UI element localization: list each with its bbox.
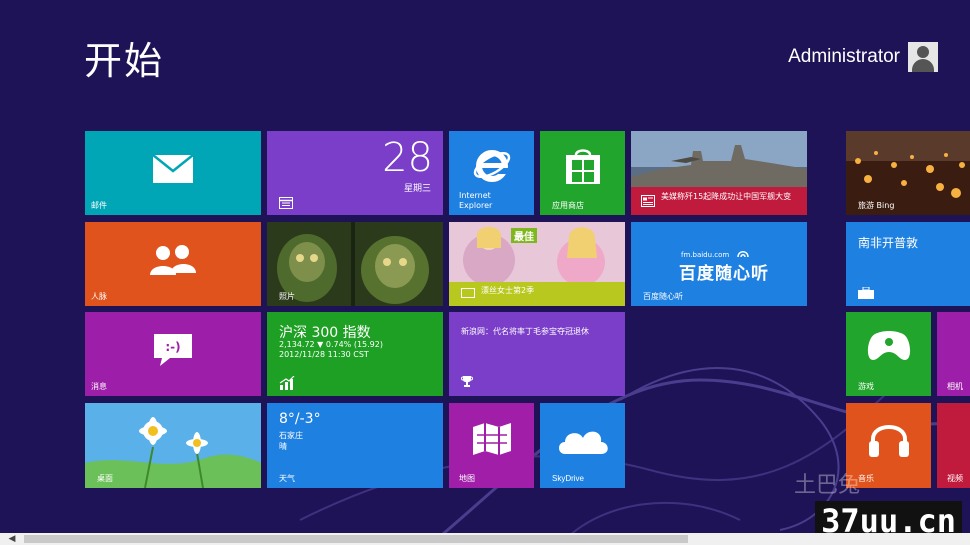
calendar-icon (279, 197, 293, 209)
horizontal-scrollbar[interactable]: ◀ (0, 533, 970, 545)
tile-label: 相机 (947, 382, 963, 391)
music-banner-label: 漂丝女士第2季 (481, 286, 535, 295)
baidu-url: fm.baidu.com (681, 251, 730, 259)
cloud-icon (558, 431, 608, 454)
music-banner-icon (461, 288, 475, 298)
suitcase-icon (858, 287, 874, 299)
tile-photos[interactable]: 照片 (267, 222, 443, 306)
tile-messaging[interactable]: :-) 消息 (85, 312, 261, 396)
tile-sports[interactable]: 新浪网：代名将率丁毛参宝夺冠退休 (449, 312, 625, 396)
tile-desktop[interactable]: 桌面 (85, 403, 261, 488)
headphones-icon (868, 424, 909, 457)
tile-label: 视频 (947, 474, 963, 483)
calendar-weekday: 星期三 (403, 184, 431, 194)
tile-label: 游戏 (858, 382, 874, 391)
mail-icon (152, 153, 194, 183)
calendar-day: 28 (382, 135, 433, 181)
tile-music-banner[interactable]: 最佳 漂丝女士第2季 (449, 222, 625, 306)
tile-label: 消息 (91, 382, 107, 391)
tile-video[interactable]: 视频 (937, 403, 970, 488)
tile-travel-destination[interactable]: 南非开普敦 (846, 222, 970, 306)
news-headline: 美媒称歼15起降成功让中国军舰大变 (661, 192, 792, 201)
music-banner-tag: 最佳 (511, 228, 537, 243)
weather-temperature: 8°/-3° (279, 411, 321, 427)
tile-label: Internet Explorer (459, 191, 493, 210)
tile-finance[interactable]: 沪深 300 指数 2,134.72 ▼ 0.74% (15.92) 2012/… (267, 312, 443, 396)
tile-people[interactable]: 人脉 (85, 222, 261, 306)
tile-label: 应用商店 (552, 201, 584, 210)
finance-quote: 2,134.72 ▼ 0.74% (15.92) (279, 340, 383, 349)
tile-skydrive[interactable]: SkyDrive (540, 403, 625, 488)
baidu-logo-text: 百度随心听 (679, 264, 769, 284)
tile-label: 人脉 (91, 292, 107, 301)
tile-label: 天气 (279, 474, 295, 483)
people-icon (150, 244, 196, 275)
user-account[interactable]: Administrator (788, 42, 938, 72)
tile-label: SkyDrive (552, 474, 585, 483)
maps-icon (472, 422, 511, 455)
tile-label: 地图 (459, 474, 475, 483)
weather-condition: 晴 (279, 442, 287, 451)
radio-signal-icon (737, 251, 749, 258)
game-controller-icon (867, 330, 910, 360)
tile-label: 百度随心听 (643, 292, 683, 301)
tile-label: 音乐 (858, 474, 874, 483)
tile-store[interactable]: 应用商店 (540, 131, 625, 215)
user-name: Administrator (788, 46, 900, 67)
travel-destination: 南非开普敦 (858, 236, 919, 250)
finance-chart-icon (279, 376, 295, 390)
user-avatar-icon (908, 42, 938, 72)
scroll-thumb[interactable] (24, 535, 688, 543)
finance-timestamp: 2012/11/28 11:30 CST (279, 350, 369, 359)
internet-explorer-icon (473, 149, 510, 182)
tile-weather[interactable]: 8°/-3° 石家庄 晴 天气 (267, 403, 443, 488)
tile-news[interactable]: 美媒称歼15起降成功让中国军舰大变 (631, 131, 807, 215)
sports-headline: 新浪网：代名将率丁毛参宝夺冠退休 (461, 327, 589, 336)
svg-text::-): :-) (165, 340, 180, 354)
finance-title: 沪深 300 指数 (279, 325, 371, 341)
trophy-icon (461, 376, 473, 387)
tile-games[interactable]: 游戏 (846, 312, 931, 396)
tile-label: 照片 (279, 292, 295, 301)
watermark-badge: 土巴兔 (793, 473, 860, 498)
scroll-left-icon[interactable]: ◀ (6, 533, 18, 545)
tile-maps[interactable]: 地图 (449, 403, 534, 488)
store-bag-icon (565, 149, 600, 185)
tile-mail[interactable]: 邮件 (85, 131, 261, 215)
tile-baidu-fm[interactable]: fm.baidu.com 百度随心听 百度随心听 (631, 222, 807, 306)
news-photo (631, 131, 807, 187)
music-banner-image (449, 222, 625, 282)
tile-label: 旅游 Bing (858, 201, 895, 210)
start-title: 开始 (84, 39, 165, 83)
tile-label: 桌面 (97, 474, 113, 483)
tile-calendar[interactable]: 28 星期三 (267, 131, 443, 215)
messaging-icon: :-) (154, 333, 192, 366)
news-icon (641, 195, 655, 207)
tile-label: 邮件 (91, 201, 107, 210)
weather-city: 石家庄 (279, 431, 303, 440)
tile-travel[interactable]: 旅游 Bing (846, 131, 970, 215)
tile-internet-explorer[interactable]: Internet Explorer (449, 131, 534, 215)
tile-camera[interactable]: 相机 (937, 312, 970, 396)
